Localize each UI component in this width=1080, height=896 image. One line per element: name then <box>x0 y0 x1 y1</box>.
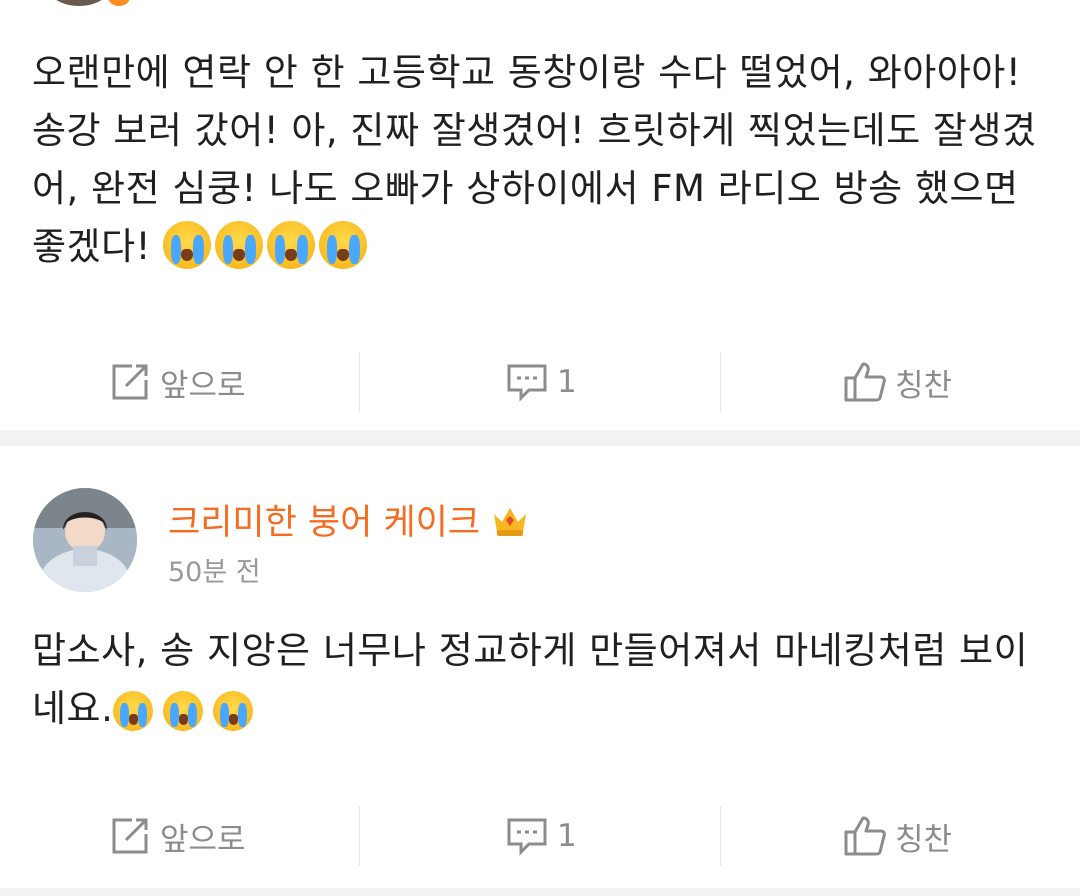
comment-button[interactable]: 1 <box>505 352 577 412</box>
crying-face-icon <box>319 221 368 269</box>
post-separator <box>0 430 1080 446</box>
crying-face-icon <box>215 221 264 269</box>
post-text: 맙소사, 송 지앙은 너무나 정교하게 만들어져서 마네킹처럼 보이네요. <box>32 629 1029 731</box>
crying-face-icon <box>113 691 154 731</box>
comment-button[interactable]: 1 <box>505 806 577 866</box>
thumbs-up-icon <box>843 814 887 858</box>
post-timestamp: 50분 전 <box>168 557 261 588</box>
crying-face-icon <box>163 221 212 269</box>
post-card: 크리미한 붕어 케이크 50분 전 맙소사, 송 지앙은 너무나 정교하게 만들… <box>0 446 1080 888</box>
forward-button[interactable]: 앞으로 <box>108 806 246 866</box>
crying-face-icon <box>267 221 316 269</box>
avatar[interactable] <box>44 0 114 6</box>
divider <box>359 806 360 866</box>
action-bar: 앞으로 1 칭찬 <box>0 806 1080 866</box>
avatar[interactable] <box>33 488 137 592</box>
forward-button[interactable]: 앞으로 <box>108 352 246 412</box>
post-separator <box>0 888 1080 896</box>
share-edit-icon <box>108 814 152 858</box>
thumbs-up-icon <box>843 360 887 404</box>
post-text: 오랜만에 연락 안 한 고등학교 동창이랑 수다 떨었어, 와아아아! 송강 보… <box>32 51 1037 269</box>
crying-face-icon <box>163 691 204 731</box>
like-button[interactable]: 칭찬 <box>843 806 952 866</box>
divider <box>720 352 721 412</box>
comment-bubble-icon <box>505 814 549 858</box>
comment-bubble-icon <box>505 360 549 404</box>
username[interactable]: 크리미한 붕어 케이크 <box>168 494 530 545</box>
vip-crown-icon <box>490 500 530 540</box>
verified-badge-icon <box>108 0 130 6</box>
divider <box>720 806 721 866</box>
action-bar: 앞으로 1 칭찬 <box>0 352 1080 412</box>
like-button[interactable]: 칭찬 <box>843 352 952 412</box>
share-edit-icon <box>108 360 152 404</box>
post-card: 오랜만에 연락 안 한 고등학교 동창이랑 수다 떨었어, 와아아아! 송강 보… <box>0 0 1080 430</box>
crying-face-icon <box>213 691 254 731</box>
divider <box>359 352 360 412</box>
